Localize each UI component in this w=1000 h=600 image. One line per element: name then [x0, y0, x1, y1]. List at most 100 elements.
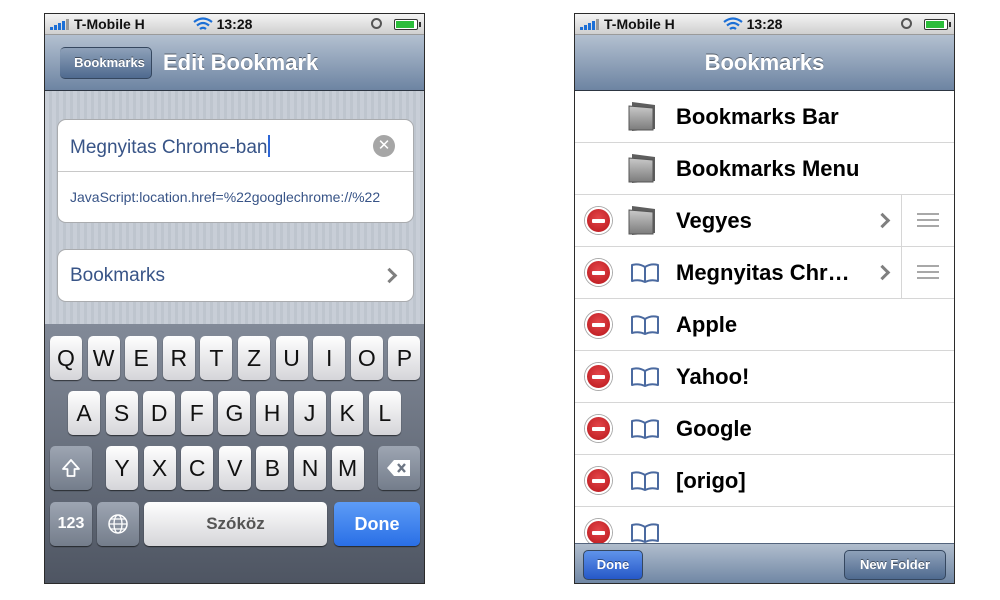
globe-icon [108, 514, 128, 534]
shift-key[interactable] [50, 446, 92, 490]
key-w[interactable]: W [87, 336, 120, 380]
delete-icon[interactable] [585, 467, 612, 494]
delete-icon[interactable] [585, 207, 612, 234]
key-m[interactable]: M [331, 446, 364, 490]
key-f[interactable]: F [180, 391, 213, 435]
book-icon [630, 419, 660, 439]
key-v[interactable]: V [218, 446, 251, 490]
key-j[interactable]: J [293, 391, 326, 435]
text-caret [268, 135, 271, 157]
key-y[interactable]: Y [106, 446, 138, 490]
delete-icon[interactable] [585, 311, 612, 338]
form-background: Megnyitas Chrome-ban ✕ JavaScript:locati… [45, 91, 424, 324]
clear-icon[interactable]: ✕ [373, 135, 395, 157]
bookmark-row-label: [origo] [676, 468, 746, 493]
key-b[interactable]: B [256, 446, 289, 490]
key-i[interactable]: I [313, 336, 346, 380]
bookmark-row-label: Bookmarks Menu [676, 156, 860, 181]
page-title: Edit Bookmark [163, 50, 319, 75]
key-z[interactable]: Z [238, 336, 270, 380]
bookmark-row-label: Yahoo! [676, 364, 750, 389]
new-folder-button[interactable]: New Folder [844, 550, 946, 580]
bookmark-row-label: Google [676, 416, 752, 441]
reorder-icon[interactable] [901, 247, 954, 298]
shift-icon [62, 459, 80, 477]
keyboard: QWERTZUIOP ASDFGHJKL YXCVBNM 123 Szóköz … [45, 324, 424, 583]
folder-selector-label: Bookmarks [70, 265, 166, 286]
bookmark-list: Bookmarks Bar Bookmarks Menu Vegyes Megnyit… [575, 91, 954, 543]
done-key[interactable]: Done [334, 502, 420, 546]
key-c[interactable]: C [181, 446, 214, 490]
battery-fill [926, 21, 944, 28]
page-title: Bookmarks [704, 50, 825, 75]
backspace-key[interactable] [378, 446, 420, 490]
globe-key[interactable] [97, 502, 139, 546]
bookmark-title-field[interactable]: Megnyitas Chrome-ban ✕ [58, 120, 413, 172]
space-key[interactable]: Szóköz [144, 502, 327, 546]
bookmark-url-value: JavaScript:location.href=%22googlechrome… [70, 189, 381, 205]
bookmark-url-field[interactable]: JavaScript:location.href=%22googlechrome… [58, 172, 413, 222]
key-a[interactable]: A [68, 391, 100, 435]
book-icon [630, 367, 660, 387]
delete-icon[interactable] [585, 363, 612, 390]
key-u[interactable]: U [275, 336, 308, 380]
bookmark-row[interactable]: [origo] [575, 455, 954, 507]
key-k[interactable]: K [331, 391, 364, 435]
numbers-key[interactable]: 123 [50, 502, 92, 546]
backspace-icon [387, 460, 410, 476]
key-r[interactable]: R [162, 336, 195, 380]
key-o[interactable]: O [350, 336, 383, 380]
delete-icon[interactable] [585, 415, 612, 442]
book-icon [630, 263, 660, 283]
bottom-toolbar: Done New Folder [575, 543, 954, 583]
key-n[interactable]: N [294, 446, 326, 490]
done-button[interactable]: Done [583, 550, 643, 580]
folder-select-group: Bookmarks [57, 249, 414, 302]
delete-icon[interactable] [585, 519, 612, 543]
folder-icon [627, 100, 661, 132]
battery-icon [924, 19, 951, 30]
bookmark-row[interactable]: Apple [575, 299, 954, 351]
battery-fill [396, 21, 414, 28]
book-icon [630, 523, 660, 543]
bookmark-row[interactable]: Bookmarks Menu [575, 143, 954, 195]
lock-rotation-icon [371, 18, 382, 29]
back-button[interactable]: Bookmarks [60, 47, 152, 79]
nav-bar: Bookmarks [575, 35, 954, 91]
bookmark-row[interactable]: Google [575, 403, 954, 455]
lock-rotation-icon [901, 18, 912, 29]
key-p[interactable]: P [388, 336, 421, 380]
bookmark-row-label: Bookmarks Bar [676, 104, 839, 129]
bookmark-row[interactable]: Yahoo! [575, 351, 954, 403]
battery-icon [394, 19, 421, 30]
key-t[interactable]: T [200, 336, 233, 380]
bookmark-row-partial[interactable] [575, 507, 954, 543]
bookmark-row-label: Apple [676, 312, 738, 337]
bookmark-row[interactable]: Megnyitas Chr… [575, 247, 954, 299]
bookmark-row[interactable]: Vegyes [575, 195, 954, 247]
bookmark-row-label: Vegyes [676, 208, 752, 233]
chevron-right-icon [874, 264, 891, 281]
bookmark-row[interactable]: Bookmarks Bar [575, 91, 954, 143]
bookmark-title-value: Megnyitas Chrome-ban [70, 137, 268, 158]
chevron-right-icon [874, 212, 891, 229]
key-s[interactable]: S [105, 391, 138, 435]
bookmark-row-label: Megnyitas Chr… [676, 260, 850, 285]
key-x[interactable]: X [143, 446, 176, 490]
bookmark-fields-group: Megnyitas Chrome-ban ✕ JavaScript:locati… [57, 119, 414, 223]
nav-bar: Bookmarks Edit Bookmark [45, 35, 424, 91]
key-d[interactable]: D [143, 391, 176, 435]
back-button-label: Bookmarks [74, 55, 145, 70]
delete-icon[interactable] [585, 259, 612, 286]
key-g[interactable]: G [218, 391, 251, 435]
key-h[interactable]: H [256, 391, 288, 435]
chevron-right-icon [381, 267, 398, 284]
key-q[interactable]: Q [50, 336, 82, 380]
edit-bookmark-screen: T-Mobile H 13:28 Bookmarks Edit Bookmark… [44, 13, 425, 584]
key-e[interactable]: E [125, 336, 158, 380]
status-bar: T-Mobile H 13:28 [575, 14, 954, 35]
folder-selector[interactable]: Bookmarks [58, 250, 413, 301]
reorder-icon[interactable] [901, 195, 954, 246]
folder-icon [627, 152, 661, 184]
key-l[interactable]: L [368, 391, 401, 435]
